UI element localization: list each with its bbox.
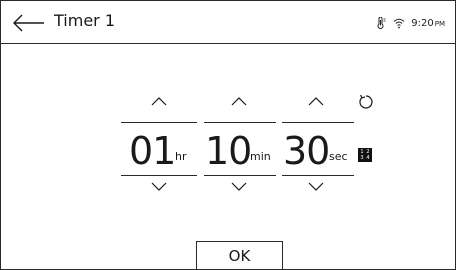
hours-down-chevron-icon[interactable] — [149, 181, 169, 193]
seconds-top-divider — [282, 122, 354, 123]
minutes-column: 10 min — [204, 91, 276, 201]
hours-unit: hr — [175, 150, 187, 163]
seconds-up-chevron-icon[interactable] — [306, 95, 326, 107]
reset-icon[interactable] — [357, 93, 375, 111]
minutes-down-chevron-icon[interactable] — [229, 181, 249, 193]
clock-ampm: PM — [434, 19, 445, 28]
screen: Timer 1 9:20PM 01 hr 10 min 30 sec 1 2 3… — [0, 0, 456, 270]
ok-button[interactable]: OK — [196, 241, 283, 269]
minutes-bottom-divider — [204, 175, 276, 176]
minutes-unit: min — [250, 150, 271, 163]
hours-top-divider — [121, 122, 197, 123]
page-title: Timer 1 — [54, 11, 115, 30]
back-arrow-icon[interactable] — [11, 13, 45, 33]
hours-column: 01 hr — [121, 91, 197, 201]
seconds-bottom-divider — [282, 175, 354, 176]
minutes-value[interactable]: 10 — [205, 131, 252, 171]
keypad-icon[interactable]: 1 2 3 4 — [358, 148, 372, 162]
clock-time: 9:20 — [411, 17, 434, 29]
thermometer-icon — [375, 16, 387, 29]
status-clock: 9:20PM — [411, 18, 445, 29]
keypad-digit: 4 — [366, 155, 370, 161]
hours-up-chevron-icon[interactable] — [149, 95, 169, 107]
hours-bottom-divider — [121, 175, 197, 176]
status-bar: 9:20PM — [375, 15, 445, 31]
seconds-down-chevron-icon[interactable] — [306, 181, 326, 193]
seconds-unit: sec — [329, 150, 348, 163]
seconds-column: 30 sec — [282, 91, 354, 201]
wifi-icon — [393, 17, 405, 29]
minutes-up-chevron-icon[interactable] — [229, 95, 249, 107]
minutes-top-divider — [204, 122, 276, 123]
header-bar: Timer 1 9:20PM — [1, 1, 455, 44]
hours-value[interactable]: 01 — [129, 131, 176, 171]
seconds-value[interactable]: 30 — [283, 131, 330, 171]
